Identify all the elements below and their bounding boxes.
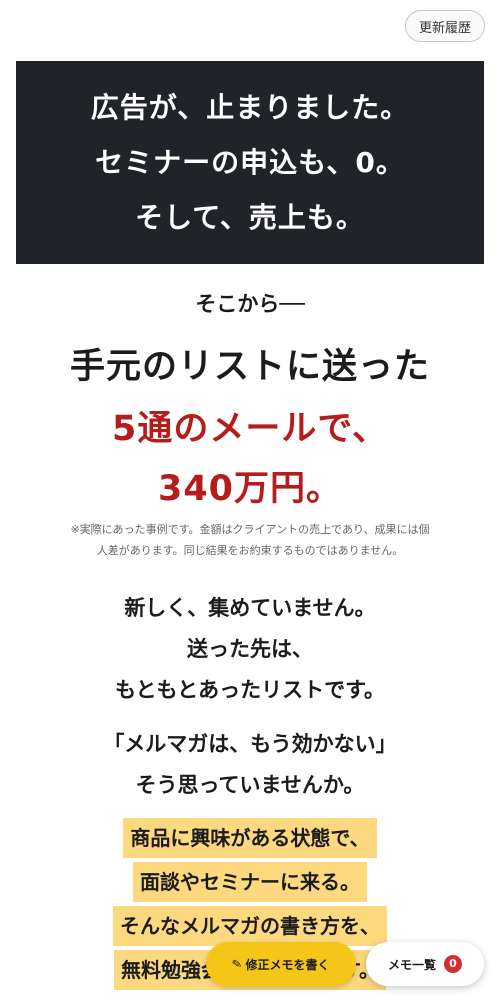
- disclaimer-line-1: ※実際にあった事例です。金額はクライアントの売上であり、成果には個: [70, 523, 430, 536]
- page: 更新履歴 広告が、止まりました。 セミナーの申込も、0。 そして、売上も。 そこ…: [0, 0, 500, 1000]
- disclaimer-note: ※実際にあった事例です。金額はクライアントの売上であり、成果には個 人差がありま…: [0, 519, 500, 561]
- highlight-line: そんなメルマガの書き方を、: [113, 906, 387, 946]
- history-button[interactable]: 更新履歴: [405, 10, 485, 42]
- statement-line: 「メルマガは、もう効かない」: [103, 732, 397, 756]
- memo-list-button[interactable]: メモ一覧 0: [366, 942, 484, 986]
- highlight-line: 商品に興味がある状態で、: [123, 818, 377, 858]
- write-memo-label: 修正メモを書く: [245, 957, 330, 972]
- statement-line: 送った先は、: [187, 637, 313, 661]
- hero-line-2: セミナーの申込も、0。: [95, 146, 405, 179]
- headline: 手元のリストに送った: [69, 347, 430, 387]
- hero-line-1: 広告が、止まりました。: [90, 91, 410, 124]
- statement-line: もともとあったリストです。: [114, 678, 386, 702]
- statement-line: 新しく、集めていません。: [124, 596, 376, 620]
- intro-text: そこから──: [195, 292, 305, 316]
- statement-block-2: 「メルマガは、もう効かない」 そう思っていませんか。: [0, 724, 500, 806]
- hero-line-3: そして、売上も。: [135, 201, 365, 234]
- highlight-line: 面談やセミナーに来る。: [133, 862, 367, 902]
- pencil-icon: ✎: [231, 956, 244, 972]
- hero-banner: 広告が、止まりました。 セミナーの申込も、0。 そして、売上も。: [16, 61, 484, 264]
- statement-block-1: 新しく、集めていません。 送った先は、 もともとあったリストです。: [0, 588, 500, 711]
- headline-red-2: 340万円。: [157, 469, 343, 509]
- memo-count-badge: 0: [444, 955, 462, 973]
- statement-line: そう思っていませんか。: [135, 773, 365, 797]
- write-memo-button[interactable]: ✎ 修正メモを書く: [206, 942, 356, 986]
- memo-list-label: メモ一覧: [387, 957, 436, 972]
- headline-red-1: 5通のメールで、: [112, 409, 388, 449]
- disclaimer-line-2: 人差があります。同じ結果をお約束するものではありません。: [96, 544, 404, 557]
